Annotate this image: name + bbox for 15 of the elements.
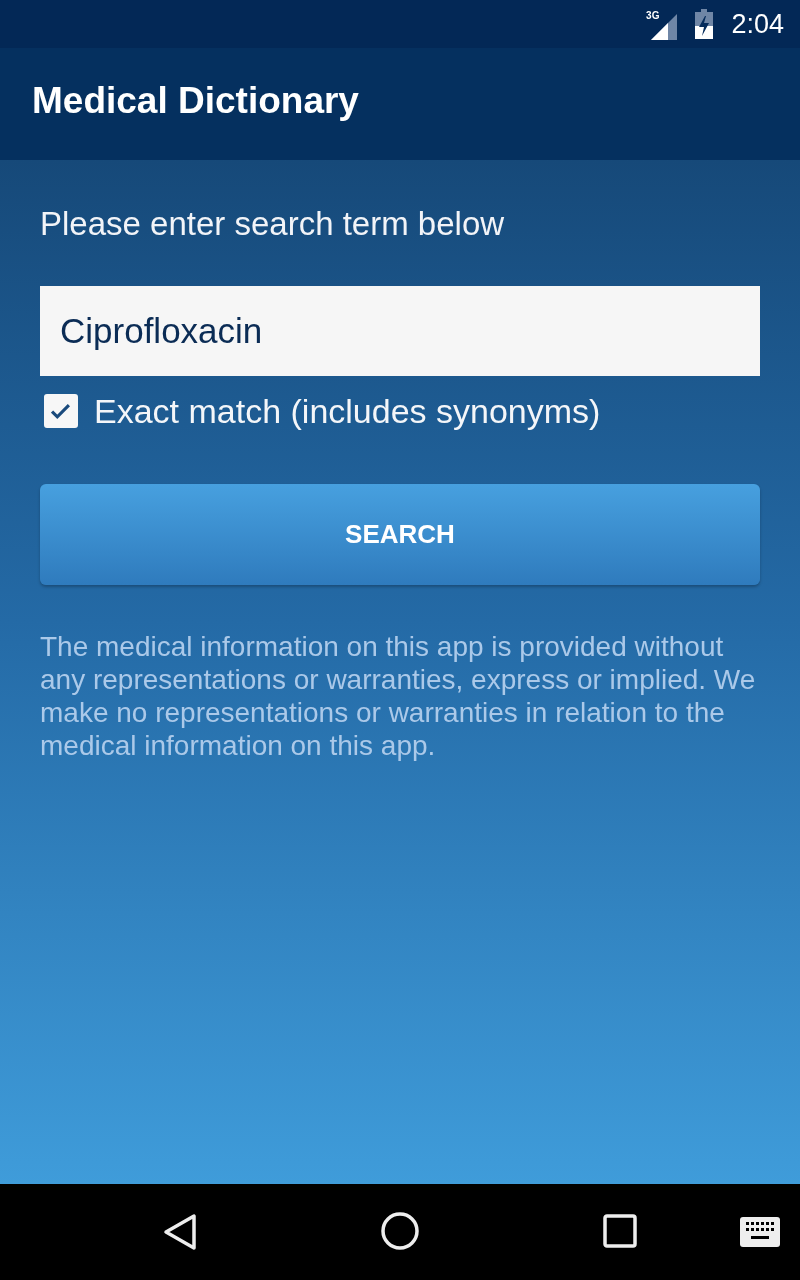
back-icon[interactable] <box>163 1213 197 1251</box>
search-button[interactable]: SEARCH <box>40 484 760 585</box>
exact-match-checkbox[interactable] <box>44 394 78 428</box>
home-icon[interactable] <box>381 1212 419 1250</box>
recent-apps-icon[interactable] <box>603 1214 637 1248</box>
prompt-text: Please enter search term below <box>40 204 505 244</box>
checkmark-icon <box>51 403 71 419</box>
search-field[interactable]: Ciprofloxacin <box>40 286 760 376</box>
keyboard-icon[interactable] <box>740 1217 780 1247</box>
network-type: 3G <box>646 10 660 22</box>
clock-time: 2:04 <box>731 8 784 40</box>
exact-match-label[interactable]: Exact match (includes synonyms) <box>94 390 601 432</box>
app-title: Medical Dictionary <box>32 79 359 123</box>
disclaimer-text: The medical information on this app is provided without any representations or warranties, express or implied. We make no representations or warranties in relation to the medical information on this app. <box>40 630 757 762</box>
battery-charging-icon <box>695 9 714 39</box>
